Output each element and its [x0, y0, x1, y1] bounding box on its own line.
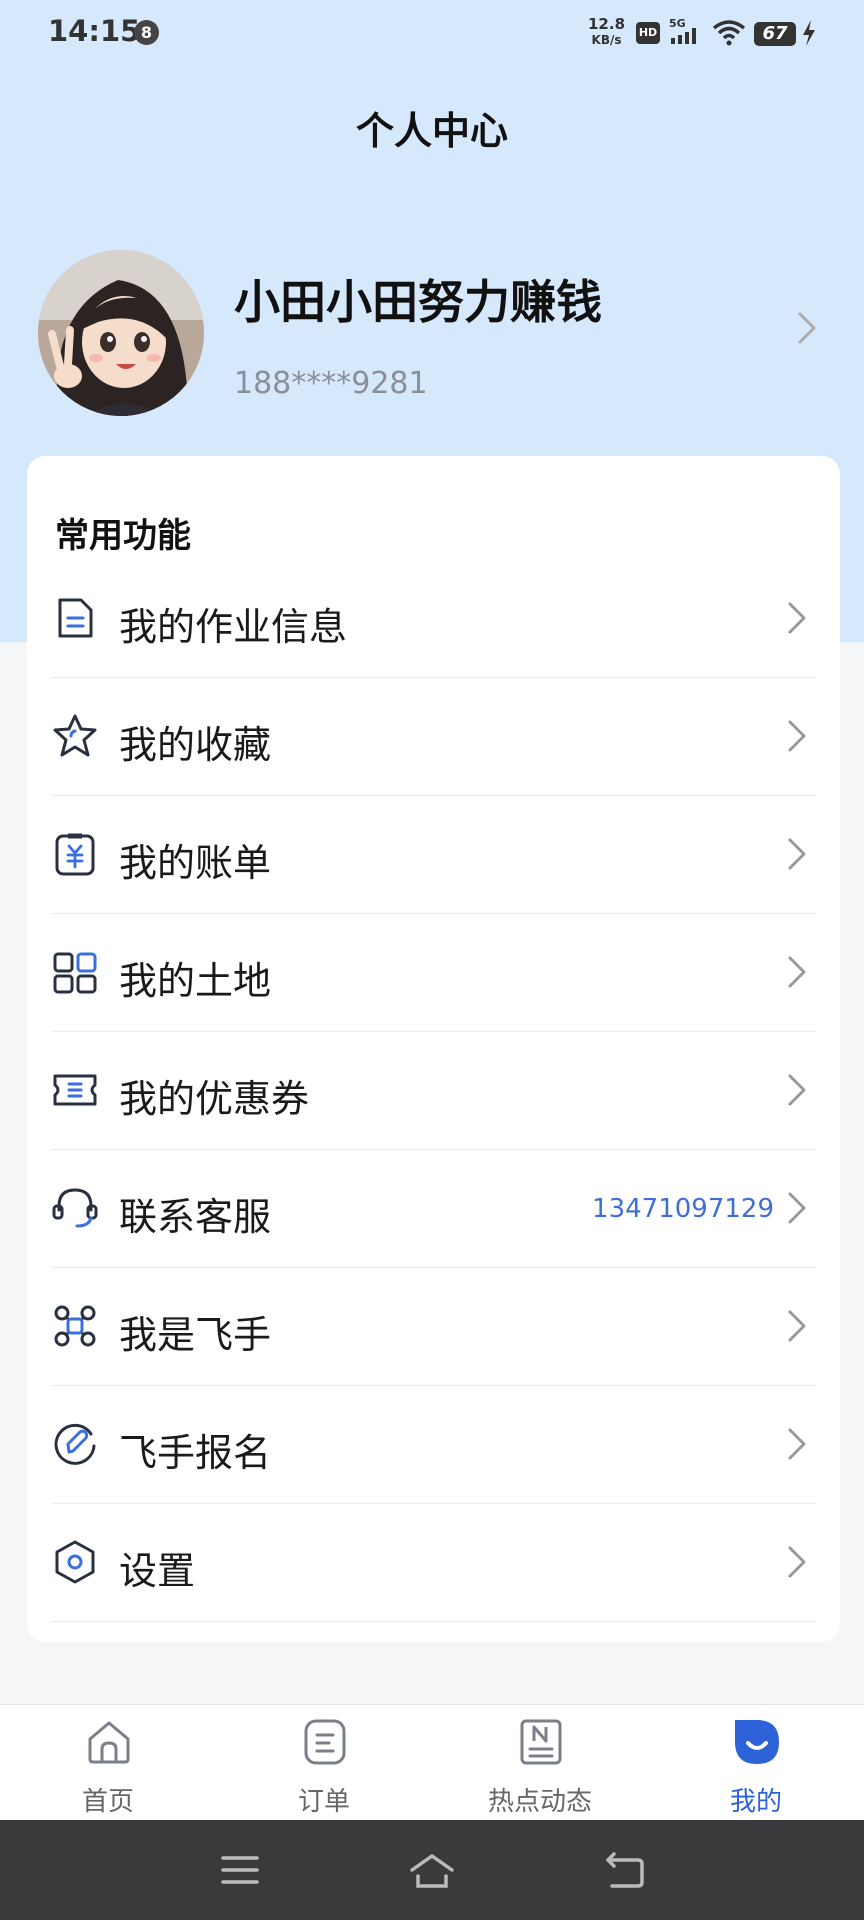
tab-label: 首页 [81, 1787, 134, 1817]
charging-icon [802, 20, 816, 50]
user-name: 小田小田努力赚钱 [234, 275, 602, 329]
page-title: 个人中心 [355, 109, 508, 153]
user-phone: 188****9281 [234, 366, 428, 401]
headset-icon [51, 1184, 99, 1232]
tab-orders[interactable]: 订单 [216, 1705, 432, 1821]
section-title: 常用功能 [55, 516, 191, 556]
tab-home[interactable]: 首页 [0, 1705, 216, 1821]
chevron-right-icon [786, 1190, 808, 1230]
status-time: 14:15 [48, 14, 141, 48]
profile-header[interactable]: 小田小田努力赚钱 188****9281 [0, 240, 864, 430]
home-icon[interactable] [408, 1852, 456, 1894]
profile-icon [732, 1717, 782, 1767]
bill-icon [51, 830, 99, 878]
hd-icon: HD [636, 22, 660, 44]
menu-item-label: 设置 [119, 1549, 196, 1593]
menu-item-work-info[interactable]: 我的作业信息 [51, 560, 816, 678]
wifi-icon [712, 18, 746, 50]
menu-item-bills[interactable]: 我的账单 [51, 796, 816, 914]
tab-label: 我的 [729, 1787, 782, 1817]
net-speed-unit: KB/s [591, 33, 622, 47]
tab-news[interactable]: 热点动态 [432, 1705, 648, 1821]
chevron-right-icon [786, 954, 808, 994]
menu-item-settings[interactable]: 设置 [51, 1504, 816, 1622]
order-icon [300, 1717, 350, 1767]
menu-item-land[interactable]: 我的土地 [51, 914, 816, 1032]
chevron-right-icon [786, 1308, 808, 1348]
menu-item-coupons[interactable]: 我的优惠券 [51, 1032, 816, 1150]
menu-item-favorites[interactable]: 我的收藏 [51, 678, 816, 796]
coupon-icon [51, 1066, 99, 1114]
menu-item-label: 我的收藏 [119, 723, 272, 767]
chevron-right-icon [786, 1426, 808, 1466]
menu-item-customer-service[interactable]: 联系客服 13471097129 [51, 1150, 816, 1268]
avatar[interactable] [38, 250, 204, 416]
common-functions-card: 常用功能 我的作业信息 我的收藏 我的账单 我的土地 我的优惠券 联系客服 13… [27, 456, 840, 1642]
customer-service-phone[interactable]: 13471097129 [592, 1194, 774, 1224]
chevron-right-icon [796, 310, 818, 350]
settings-hexagon-icon [51, 1538, 99, 1586]
menu-item-label: 我的优惠券 [119, 1077, 310, 1121]
menu-item-i-am-pilot[interactable]: 我是飞手 [51, 1268, 816, 1386]
menu-icon[interactable] [220, 1852, 260, 1892]
chevron-right-icon [786, 600, 808, 640]
tab-label: 订单 [297, 1787, 350, 1817]
profile-page: 14:15 8 12.8 KB/s HD 5G 67 个人中心 小田小田努力赚钱… [0, 0, 864, 1920]
menu-item-label: 飞手报名 [119, 1431, 272, 1475]
svg-text:5G: 5G [669, 17, 686, 30]
star-icon [51, 712, 99, 760]
menu-item-label: 我的作业信息 [119, 605, 348, 649]
chevron-right-icon [786, 718, 808, 758]
chevron-right-icon [786, 836, 808, 876]
menu-list: 我的作业信息 我的收藏 我的账单 我的土地 我的优惠券 联系客服 1347109… [51, 560, 816, 1622]
document-icon [51, 594, 99, 642]
tab-mine[interactable]: 我的 [648, 1705, 864, 1821]
chevron-right-icon [786, 1544, 808, 1584]
land-grid-icon [51, 948, 99, 996]
signup-icon [51, 1420, 99, 1468]
battery-icon: 67 [754, 22, 796, 46]
menu-item-label: 我的土地 [119, 959, 272, 1003]
notification-badge: 8 [134, 20, 159, 45]
menu-item-label: 联系客服 [119, 1195, 272, 1239]
chevron-right-icon [786, 1072, 808, 1112]
status-bar: 14:15 8 12.8 KB/s HD 5G 67 [0, 0, 864, 66]
net-speed-value: 12.8 [588, 15, 626, 33]
home-icon [84, 1717, 134, 1767]
menu-item-label: 我是飞手 [119, 1313, 272, 1357]
menu-item-label: 我的账单 [119, 841, 272, 885]
net-speed: 12.8 KB/s [588, 16, 625, 48]
tab-label: 热点动态 [487, 1787, 592, 1817]
menu-item-pilot-signup[interactable]: 飞手报名 [51, 1386, 816, 1504]
back-icon[interactable] [604, 1852, 644, 1894]
news-icon [516, 1717, 566, 1767]
bottom-tab-bar: 首页 订单 热点动态 我的 [0, 1704, 864, 1820]
system-navigation-bar [0, 1820, 864, 1920]
signal-5g-icon: 5G [668, 16, 704, 50]
drone-icon [51, 1302, 99, 1350]
